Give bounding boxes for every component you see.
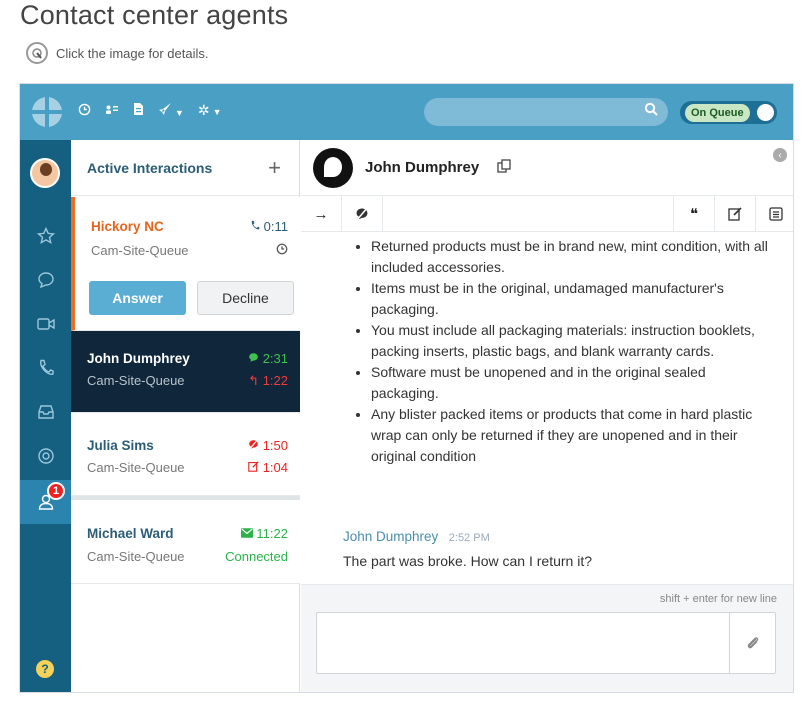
phone-icon	[250, 219, 264, 234]
chat-icon[interactable]	[20, 258, 71, 302]
details-hint: Click the image for details.	[26, 42, 208, 64]
chat-timer: 1:50	[248, 438, 288, 453]
notes-icon[interactable]	[755, 196, 793, 232]
call-timer: 0:11	[250, 219, 288, 234]
close-icon[interactable]: ‹	[773, 148, 787, 162]
avatar[interactable]	[30, 158, 60, 188]
help-icon[interactable]: ?	[36, 660, 54, 678]
call-duration: 0:11	[263, 219, 288, 234]
quote-icon[interactable]: ❝	[673, 196, 714, 232]
chevron-down-icon: ▼	[212, 107, 222, 117]
page-title: Contact center agents	[20, 0, 289, 30]
toggle-knob	[757, 104, 774, 121]
logo-icon[interactable]	[32, 97, 62, 127]
interaction-name: Michael Ward	[87, 526, 174, 541]
phone-icon[interactable]	[20, 346, 71, 390]
interaction-queue: Cam-Site-Queue	[87, 373, 185, 388]
conversation-pane: John Dumphrey ‹ → ❝ Returned products mu…	[301, 140, 793, 692]
chat-icon	[248, 351, 263, 366]
conversation-toolbar: → ❝	[301, 196, 793, 232]
interaction-queue: Cam-Site-Queue	[87, 549, 185, 564]
clock-icon[interactable]	[78, 103, 91, 119]
app-window: ▼ ✲ ▼ On Queue 1 ? Active Interactions +…	[19, 83, 794, 693]
transfer-arrow-icon[interactable]: →	[301, 196, 342, 232]
email-timer: 11:22	[240, 526, 288, 541]
interaction-card-hickory[interactable]: Hickory NC Cam-Site-Queue 0:11 Answer De…	[71, 197, 300, 331]
queue-status-label: On Queue	[685, 103, 750, 122]
connection-status: Connected	[225, 549, 288, 564]
list-item: You must include all packaging materials…	[371, 320, 771, 362]
reply-duration: 1:22	[262, 373, 288, 388]
interaction-card-michael[interactable]: Michael Ward Cam-Site-Queue 11:22 Connec…	[71, 496, 300, 584]
add-interaction-button[interactable]: +	[268, 155, 281, 181]
click-hint-icon	[26, 42, 48, 64]
edit-icon[interactable]	[714, 196, 755, 232]
search-input[interactable]	[424, 98, 668, 126]
agent-queue-icon[interactable]: 1	[20, 480, 71, 524]
attachment-icon[interactable]	[729, 613, 775, 673]
composer: shift + enter for new line	[301, 584, 793, 692]
contacts-icon[interactable]	[105, 103, 119, 119]
chevron-down-icon: ▼	[175, 108, 184, 118]
reply-timer: ↰ 1:22	[248, 373, 288, 389]
list-item: Any blister packed items or products tha…	[371, 404, 771, 467]
contact-name: John Dumphrey	[365, 159, 480, 176]
notification-badge: 1	[47, 482, 65, 500]
answer-button[interactable]: Answer	[89, 281, 186, 315]
interaction-card-john[interactable]: John Dumphrey Cam-Site-Queue 2:31 ↰ 1:22	[71, 331, 300, 413]
interaction-name: John Dumphrey	[87, 351, 190, 366]
active-interactions-panel: Active Interactions + Hickory NC Cam-Sit…	[71, 140, 300, 692]
interaction-name: Hickory NC	[91, 219, 164, 234]
inbox-icon[interactable]	[20, 390, 71, 434]
edit-timer: 1:04	[248, 460, 288, 475]
hint-text: Click the image for details.	[56, 45, 209, 61]
chat-disconnect-icon[interactable]	[342, 196, 383, 232]
interaction-queue: Cam-Site-Queue	[87, 460, 185, 475]
message-text: The part was broke. How can I return it?	[343, 553, 592, 569]
email-duration: 11:22	[256, 526, 288, 541]
chat-timer: 2:31	[248, 351, 288, 366]
list-item: Software must be unopened and in the ori…	[371, 362, 771, 404]
document-icon[interactable]	[133, 102, 144, 119]
clock-icon	[276, 243, 288, 258]
search-icon[interactable]	[644, 102, 658, 120]
composer-hint: shift + enter for new line	[659, 593, 777, 605]
rocket-icon[interactable]: ▼	[158, 102, 184, 119]
interaction-card-julia[interactable]: Julia Sims Cam-Site-Queue 1:50 1:04	[71, 414, 300, 496]
return-policy-list: Returned products must be in brand new, …	[351, 236, 771, 467]
on-queue-toggle[interactable]: On Queue	[680, 101, 777, 124]
interaction-name: Julia Sims	[87, 438, 154, 453]
decline-button[interactable]: Decline	[197, 281, 294, 315]
list-item: Items must be in the original, undamaged…	[371, 278, 771, 320]
support-icon[interactable]	[20, 434, 71, 478]
video-icon[interactable]	[20, 302, 71, 346]
email-icon	[240, 526, 257, 541]
message-history[interactable]: Returned products must be in brand new, …	[301, 232, 793, 510]
chat-message: John Dumphrey 2:52 PM The part was broke…	[343, 528, 783, 569]
left-nav: 1 ?	[20, 140, 71, 692]
interaction-queue: Cam-Site-Queue	[91, 243, 189, 258]
list-item: Returned products must be in brand new, …	[371, 236, 771, 278]
star-icon[interactable]	[20, 214, 71, 258]
panel-title: Active Interactions	[87, 159, 213, 176]
edit-duration: 1:04	[262, 460, 288, 475]
edit-icon	[248, 460, 263, 475]
chat-duration: 2:31	[262, 351, 288, 366]
chat-duration: 1:50	[262, 438, 288, 453]
gear-icon[interactable]: ✲ ▼	[198, 102, 222, 119]
message-input[interactable]	[316, 612, 776, 674]
message-author: John Dumphrey	[343, 529, 439, 544]
top-bar: ▼ ✲ ▼ On Queue	[20, 84, 793, 140]
reply-icon: ↰	[248, 373, 260, 388]
contact-avatar	[313, 147, 353, 188]
copy-icon[interactable]	[497, 159, 511, 176]
message-time: 2:52 PM	[448, 532, 490, 544]
chat-off-icon	[248, 438, 263, 453]
